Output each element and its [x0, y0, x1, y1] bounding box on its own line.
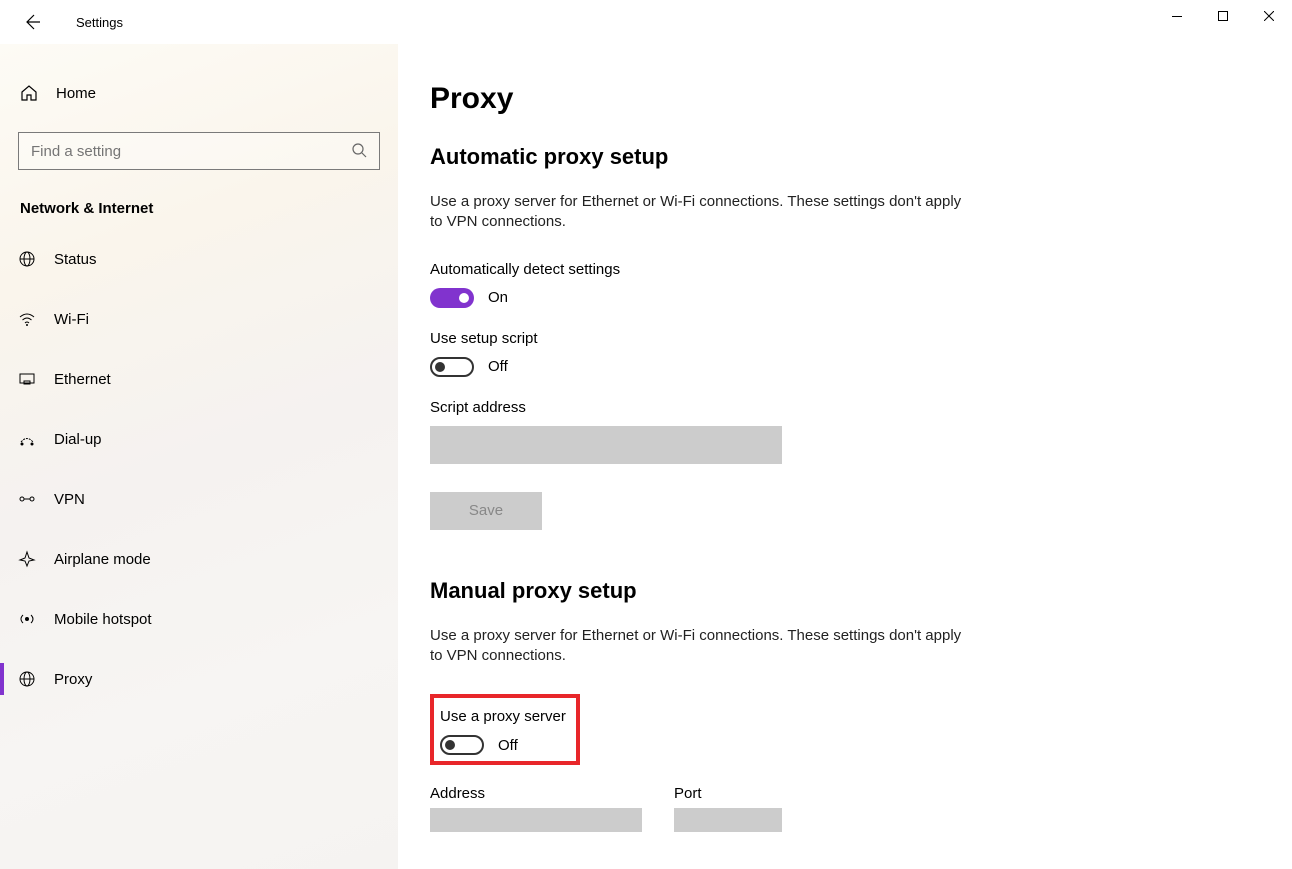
sidebar-item-label: Dial-up: [54, 431, 102, 448]
home-label: Home: [56, 85, 96, 102]
wifi-icon: [18, 310, 36, 328]
vpn-icon: [18, 490, 36, 508]
page-title: Proxy: [430, 82, 1262, 116]
search-box[interactable]: [18, 132, 380, 170]
dialup-icon: [18, 430, 36, 448]
detect-state: On: [488, 289, 508, 306]
close-button[interactable]: [1246, 0, 1292, 32]
sidebar: Home Network & Internet Status Wi-Fi: [0, 44, 398, 869]
sidebar-item-airplane[interactable]: Airplane mode: [0, 535, 398, 583]
sidebar-item-label: Airplane mode: [54, 551, 151, 568]
content-area: Proxy Automatic proxy setup Use a proxy …: [398, 44, 1292, 869]
address-label: Address: [430, 785, 642, 802]
highlight-annotation: Use a proxy server Off: [430, 694, 580, 765]
sidebar-item-label: Wi-Fi: [54, 311, 89, 328]
sidebar-item-dialup[interactable]: Dial-up: [0, 415, 398, 463]
automatic-setup-description: Use a proxy server for Ethernet or Wi-Fi…: [430, 192, 970, 233]
setup-script-label: Use setup script: [430, 330, 1262, 347]
proxy-icon: [18, 670, 36, 688]
address-input: [430, 808, 642, 832]
minimize-button[interactable]: [1154, 0, 1200, 32]
home-icon: [20, 84, 38, 102]
setup-script-state: Off: [488, 358, 508, 375]
setup-script-toggle[interactable]: [430, 357, 474, 377]
use-proxy-state: Off: [498, 737, 518, 754]
sidebar-item-label: Mobile hotspot: [54, 611, 152, 628]
maximize-button[interactable]: [1200, 0, 1246, 32]
window-title: Settings: [76, 15, 123, 30]
hotspot-icon: [18, 610, 36, 628]
sidebar-item-label: VPN: [54, 491, 85, 508]
sidebar-item-proxy[interactable]: Proxy: [0, 655, 398, 703]
sidebar-item-status[interactable]: Status: [0, 235, 398, 283]
sidebar-item-vpn[interactable]: VPN: [0, 475, 398, 523]
back-button[interactable]: [20, 10, 44, 34]
automatic-setup-heading: Automatic proxy setup: [430, 144, 1262, 170]
search-icon: [351, 142, 367, 161]
use-proxy-label: Use a proxy server: [440, 708, 566, 725]
port-label: Port: [674, 785, 782, 802]
globe-icon: [18, 250, 36, 268]
home-nav[interactable]: Home: [0, 74, 398, 112]
sidebar-item-label: Proxy: [54, 671, 92, 688]
detect-toggle[interactable]: [430, 288, 474, 308]
search-input[interactable]: [31, 143, 351, 160]
manual-setup-heading: Manual proxy setup: [430, 578, 1262, 604]
detect-label: Automatically detect settings: [430, 261, 1262, 278]
script-address-label: Script address: [430, 399, 1262, 416]
manual-setup-description: Use a proxy server for Ethernet or Wi-Fi…: [430, 626, 970, 667]
sidebar-item-ethernet[interactable]: Ethernet: [0, 355, 398, 403]
port-input: [674, 808, 782, 832]
airplane-icon: [18, 550, 36, 568]
section-title: Network & Internet: [0, 200, 398, 235]
sidebar-item-hotspot[interactable]: Mobile hotspot: [0, 595, 398, 643]
save-button: Save: [430, 492, 542, 530]
sidebar-item-label: Ethernet: [54, 371, 111, 388]
ethernet-icon: [18, 370, 36, 388]
sidebar-item-label: Status: [54, 251, 97, 268]
use-proxy-toggle[interactable]: [440, 735, 484, 755]
script-address-input: [430, 426, 782, 464]
sidebar-item-wifi[interactable]: Wi-Fi: [0, 295, 398, 343]
